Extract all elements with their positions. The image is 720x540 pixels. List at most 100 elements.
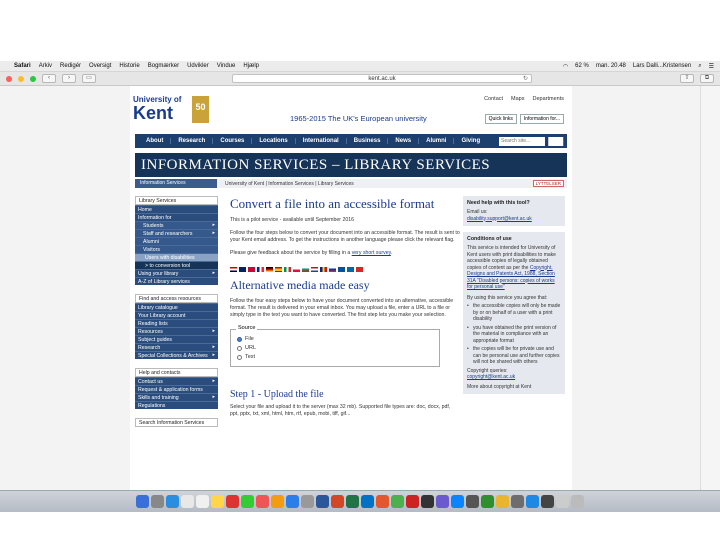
- leftnav-title-find[interactable]: Find and access resources: [135, 294, 218, 303]
- site-search-input[interactable]: [499, 136, 545, 146]
- user-name[interactable]: Lars Dalli...Kristensen: [633, 63, 691, 69]
- breadcrumb[interactable]: University of Kent | Information Service…: [217, 181, 354, 187]
- search-icon[interactable]: ⌕: [698, 63, 701, 70]
- app-icon[interactable]: [541, 495, 554, 508]
- flag-icon[interactable]: [347, 267, 354, 272]
- app-icon[interactable]: [526, 495, 539, 508]
- sidebar-item[interactable]: Students ▸: [135, 221, 218, 229]
- radio-unchecked-icon[interactable]: [237, 354, 242, 360]
- outlook-icon[interactable]: [361, 495, 374, 508]
- sidebar-item[interactable]: > to conversion tool: [135, 261, 218, 269]
- flag-icon[interactable]: [239, 267, 246, 272]
- contacts-icon[interactable]: [181, 495, 194, 508]
- close-window-button[interactable]: [6, 75, 12, 82]
- excel-icon[interactable]: [346, 495, 359, 508]
- nav-locations[interactable]: Locations: [252, 138, 296, 144]
- copyright-email-link[interactable]: copyright@kent.ac.uk: [467, 374, 561, 381]
- maps-link[interactable]: Maps: [511, 96, 524, 102]
- calendar-icon[interactable]: [196, 495, 209, 508]
- radio-text[interactable]: Text: [237, 354, 433, 360]
- downloads-stack-icon[interactable]: [556, 495, 569, 508]
- firefox-icon[interactable]: [376, 495, 389, 508]
- sidebar-item[interactable]: Regulations: [135, 401, 218, 409]
- trash-icon[interactable]: [571, 495, 584, 508]
- menu-udvikler[interactable]: Udvikler: [187, 63, 209, 69]
- sidebar-item[interactable]: Reading lists: [135, 319, 218, 327]
- app-icon[interactable]: [481, 495, 494, 508]
- sidebar-item[interactable]: Subject guides: [135, 335, 218, 343]
- finder-icon[interactable]: [136, 495, 149, 508]
- back-button[interactable]: ‹: [42, 74, 56, 83]
- flag-icon[interactable]: [338, 267, 345, 272]
- menu-bogmaerker[interactable]: Bogmærker: [148, 63, 179, 69]
- section-dropdown[interactable]: Information Services: [135, 179, 217, 188]
- app-store-icon[interactable]: [286, 495, 299, 508]
- flag-icon[interactable]: [257, 267, 264, 272]
- nav-courses[interactable]: Courses: [213, 138, 253, 144]
- flag-icon[interactable]: [293, 267, 300, 272]
- sidebar-item[interactable]: Request & application forms: [135, 385, 218, 393]
- itunes-icon[interactable]: [256, 495, 269, 508]
- copyright-more-link[interactable]: More about copyright at Kent: [467, 384, 561, 391]
- sidebar-item[interactable]: Your Library account: [135, 311, 218, 319]
- radio-unchecked-icon[interactable]: [237, 345, 242, 351]
- app-icon[interactable]: [466, 495, 479, 508]
- flag-icon[interactable]: [275, 267, 282, 272]
- nav-alumni[interactable]: Alumni: [419, 138, 455, 144]
- menu-historie[interactable]: Historie: [119, 63, 139, 69]
- quick-links-button[interactable]: Quick links: [484, 114, 517, 124]
- safari-icon[interactable]: [166, 495, 179, 508]
- messages-icon[interactable]: [241, 495, 254, 508]
- radio-url[interactable]: URL: [237, 345, 433, 351]
- powerpoint-icon[interactable]: [331, 495, 344, 508]
- contact-link[interactable]: Contact: [484, 96, 503, 102]
- battery-level[interactable]: 62 %: [575, 63, 589, 69]
- photos-icon[interactable]: [226, 495, 239, 508]
- forward-button[interactable]: ›: [62, 74, 76, 83]
- sidebar-item[interactable]: Skills and training ▸: [135, 393, 218, 401]
- sidebar-item[interactable]: Information for: [135, 213, 218, 221]
- minimize-window-button[interactable]: [18, 75, 24, 82]
- app-icon[interactable]: [436, 495, 449, 508]
- flag-icon[interactable]: [284, 267, 291, 272]
- system-preferences-icon[interactable]: [301, 495, 314, 508]
- skype-icon[interactable]: [451, 495, 464, 508]
- flag-icon[interactable]: [329, 267, 336, 272]
- flag-icon[interactable]: [311, 267, 318, 272]
- notes-icon[interactable]: [211, 495, 224, 508]
- flag-icon[interactable]: [266, 267, 273, 272]
- nav-about[interactable]: About: [139, 138, 172, 144]
- menu-arkiv[interactable]: Arkiv: [39, 63, 52, 69]
- nav-research[interactable]: Research: [171, 138, 214, 144]
- leftnav-title-help[interactable]: Help and contacts: [135, 368, 218, 377]
- page-scrollbar[interactable]: [700, 86, 720, 490]
- menu-rediger[interactable]: Redigér: [60, 63, 81, 69]
- menu-oversigt[interactable]: Oversigt: [89, 63, 111, 69]
- sidebar-item[interactable]: Library catalogue: [135, 303, 218, 311]
- sidebar-item[interactable]: Home: [135, 205, 218, 213]
- leftnav-search-label[interactable]: Search Information Services: [135, 418, 218, 427]
- sidebar-item[interactable]: Users with disabilities: [135, 253, 218, 261]
- nav-business[interactable]: Business: [347, 138, 389, 144]
- wifi-icon[interactable]: ◠: [563, 63, 568, 70]
- sidebar-item[interactable]: Contact us ▸: [135, 377, 218, 385]
- sidebar-item[interactable]: Alumni: [135, 237, 218, 245]
- search-go-button[interactable]: [548, 136, 564, 146]
- kent-logo[interactable]: University of Kent: [133, 96, 181, 123]
- sidebar-item[interactable]: Using your library ▸: [135, 269, 218, 277]
- acrobat-icon[interactable]: [406, 495, 419, 508]
- menu-safari[interactable]: Safari: [14, 63, 31, 69]
- radio-checked-icon[interactable]: [237, 336, 242, 342]
- help-email-link[interactable]: disability.support@kent.ac.uk: [467, 216, 561, 223]
- app-icon[interactable]: [511, 495, 524, 508]
- clock[interactable]: man. 20.48: [596, 63, 626, 69]
- flag-icon[interactable]: [320, 267, 327, 272]
- chrome-icon[interactable]: [391, 495, 404, 508]
- sidebar-item[interactable]: A-Z of Library services: [135, 277, 218, 285]
- flag-icon[interactable]: [230, 267, 237, 272]
- sidebar-item[interactable]: Staff and researchers ▸: [135, 229, 218, 237]
- nav-news[interactable]: News: [388, 138, 420, 144]
- tabs-button[interactable]: ⧉: [700, 74, 714, 83]
- sidebar-item[interactable]: Visitors: [135, 245, 218, 253]
- radio-file[interactable]: File: [237, 336, 433, 342]
